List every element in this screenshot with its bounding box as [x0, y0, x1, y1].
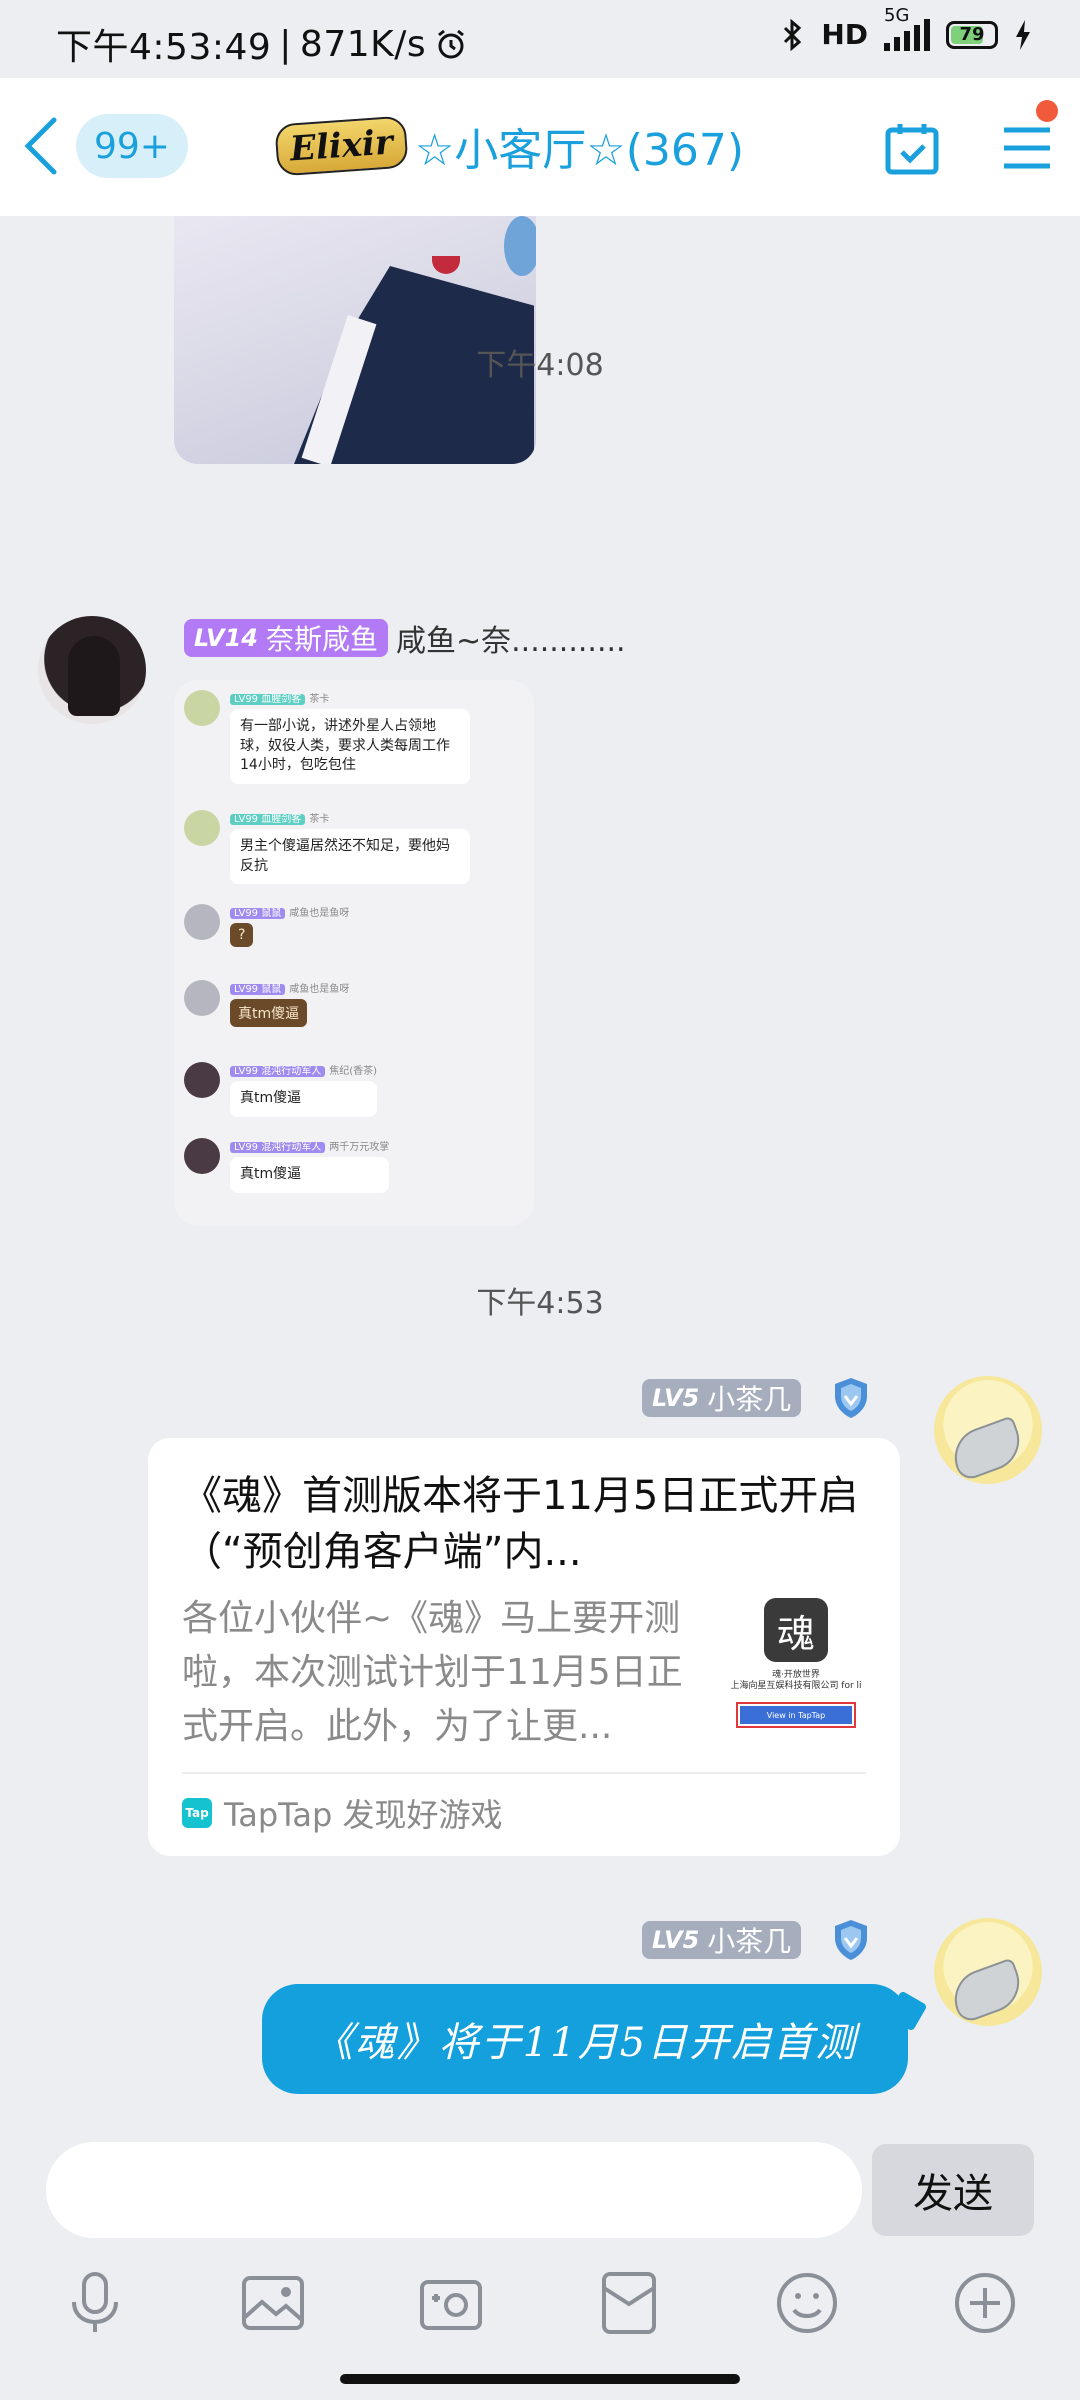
envelope-icon	[602, 2272, 656, 2334]
bluetooth-icon	[784, 18, 802, 51]
list-item: LV99 混沌行动军人 两千万元攻掌 真tm傻逼	[184, 1138, 390, 1193]
status-left: 下午4:53:49 | 871K/s	[56, 18, 468, 70]
group-title[interactable]: Elixir ☆小客厅☆(367)	[274, 114, 745, 178]
avatar[interactable]	[934, 1376, 1042, 1484]
message-text: 《魂》将于11月5日开启首测	[312, 2020, 858, 2066]
timestamp: 下午4:08	[476, 348, 604, 383]
send-button[interactable]: 发送	[872, 2144, 1034, 2236]
smiley-icon	[777, 2273, 837, 2333]
sender-line: LV5 小茶几	[642, 1376, 871, 1420]
level-tag: LV5 小茶几	[642, 1921, 802, 1959]
back-button[interactable]	[20, 116, 70, 176]
status-speed: 871K/s	[299, 23, 427, 65]
emoji-button[interactable]	[772, 2268, 842, 2338]
list-item: LV99 血腥剑客 茶卡 男主个傻逼居然还不知足，要他妈反抗	[184, 810, 470, 885]
group-name: ☆小客厅☆(367)	[414, 125, 745, 176]
sender-line: LV14 奈斯咸鱼 咸鱼~奈............	[184, 616, 626, 660]
camera-button[interactable]	[416, 2268, 486, 2338]
shield-icon	[835, 1378, 868, 1418]
level-text: LV5	[652, 1384, 700, 1412]
charging-icon	[1016, 19, 1030, 50]
card-thumbnail: 魂 魂·开放世界 上海向星互娱科技有限公司 for li View in Tap…	[726, 1598, 866, 1738]
card-title: 《魂》首测版本将于11月5日正式开启（“预创角客户端”内...	[182, 1473, 859, 1575]
share-card[interactable]: 《魂》首测版本将于11月5日正式开启（“预创角客户端”内... 各位小伙伴~《魂…	[148, 1438, 900, 1856]
avatar[interactable]	[934, 1918, 1042, 2026]
unread-badge[interactable]: 99+	[76, 114, 188, 178]
card-description: 各位小伙伴~《魂》马上要开测啦，本次测试计划于11月5日正式开启。此外，为了让更…	[182, 1598, 683, 1747]
card-source-text: TapTap 发现好游戏	[224, 1796, 503, 1834]
message-bubble[interactable]: 《魂》将于11月5日开启首测	[262, 1984, 908, 2094]
status-time: 下午4:53:49	[56, 27, 272, 68]
alarm-icon	[438, 29, 465, 59]
chat-header: 99+ Elixir ☆小客厅☆(367)	[0, 78, 1080, 216]
list-item: LV99 血腥剑客 茶卡 有一部小说，讲述外星人占领地球，奴役人类，要求人类每周工…	[184, 690, 470, 784]
game-logo: 魂	[764, 1598, 828, 1662]
level-tag: LV14 奈斯咸鱼	[184, 619, 388, 657]
red-packet-button[interactable]	[594, 2268, 664, 2338]
chat-area[interactable]: 下午4:08 LV14 奈斯咸鱼 咸鱼~奈............ LV99 血…	[0, 216, 1080, 2132]
shield-icon	[835, 1920, 868, 1960]
battery-level: 79	[959, 24, 985, 45]
voice-button[interactable]	[60, 2268, 130, 2338]
timestamp: 下午4:53	[476, 1286, 604, 1321]
title-tag-text: 奈斯咸鱼	[265, 623, 378, 656]
level-tag: LV5 小茶几	[642, 1379, 802, 1417]
microphone-icon	[72, 2272, 118, 2332]
more-button[interactable]	[950, 2268, 1020, 2338]
thumbnail-button: View in TapTap	[736, 1702, 856, 1728]
image-icon	[242, 2276, 304, 2330]
battery-icon: 79	[946, 20, 998, 49]
group-logo: Elixir	[274, 115, 409, 177]
hd-icon: HD	[821, 18, 868, 51]
sender-line: LV5 小茶几	[642, 1918, 871, 1962]
taptap-icon: Tap	[182, 1798, 212, 1828]
album-button[interactable]	[238, 2268, 308, 2338]
sender-nickname: 小茶几	[707, 1925, 792, 1958]
menu-icon[interactable]	[1002, 120, 1052, 176]
level-text: LV5	[652, 1926, 700, 1954]
sender-nickname: 咸鱼~奈............	[395, 624, 626, 659]
avatar[interactable]	[38, 616, 146, 724]
status-bar: 下午4:53:49 | 871K/s HD 5G 79	[0, 0, 1080, 78]
plus-circle-icon	[955, 2273, 1015, 2333]
message-input[interactable]	[46, 2142, 862, 2238]
level-text: LV14	[194, 624, 258, 652]
status-right: HD 5G 79	[781, 5, 1032, 51]
list-item: LV99 鼠鼠 咸鱼也是鱼呀 真tm傻逼	[184, 980, 349, 1027]
input-bar: 发送	[0, 2132, 1080, 2400]
list-item: LV99 鼠鼠 咸鱼也是鱼呀 ?	[184, 904, 349, 947]
list-item: LV99 混沌行动军人 焦纪(香茶) 真tm傻逼	[184, 1062, 378, 1117]
toolbar	[0, 2268, 1080, 2358]
card-source: Tap TapTap 发现好游戏	[182, 1790, 503, 1836]
thumbnail-caption: 魂·开放世界 上海向星互娱科技有限公司 for li	[730, 1670, 862, 1691]
home-indicator[interactable]	[340, 2374, 740, 2384]
chevron-left-icon	[24, 117, 57, 175]
screenshot-image[interactable]: LV99 血腥剑客 茶卡 有一部小说，讲述外星人占领地球，奴役人类，要求人类每周工…	[174, 680, 534, 1226]
camera-icon	[420, 2280, 482, 2330]
calendar-check-icon[interactable]	[884, 120, 940, 176]
network-type: 5G	[884, 4, 910, 26]
notification-dot	[1036, 100, 1058, 122]
divider	[182, 1772, 866, 1774]
sender-nickname: 小茶几	[707, 1383, 792, 1416]
status-separator: |	[279, 23, 292, 65]
